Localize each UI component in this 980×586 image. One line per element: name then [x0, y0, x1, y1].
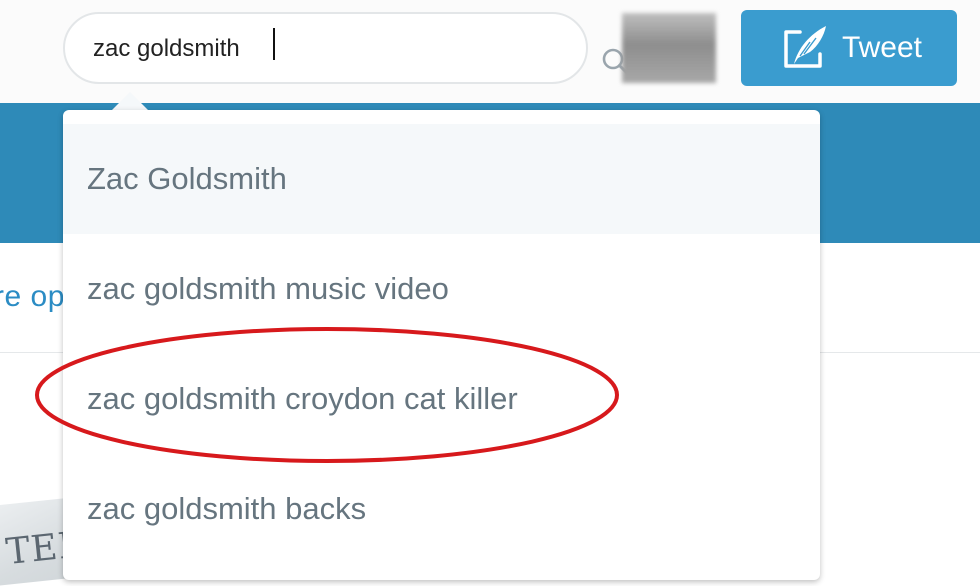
quill-icon	[784, 26, 826, 68]
suggestion-label: zac goldsmith music video	[87, 271, 449, 306]
dropdown-pointer	[112, 92, 148, 110]
search-suggestions-dropdown: Zac Goldsmith zac goldsmith music video …	[63, 110, 820, 580]
suggestion-item[interactable]: zac goldsmith croydon cat killer	[63, 344, 820, 454]
suggestion-label: zac goldsmith backs	[87, 491, 367, 526]
tweet-button-label: Tweet	[841, 31, 923, 64]
suggestion-item[interactable]: Zac Goldsmith	[63, 124, 820, 234]
avatar[interactable]	[622, 13, 716, 83]
suggestion-label: zac goldsmith croydon cat killer	[87, 381, 518, 416]
partial-link-text[interactable]: re op	[0, 280, 65, 314]
tweet-button[interactable]: Tweet	[741, 10, 957, 86]
suggestion-item[interactable]: zac goldsmith music video	[63, 234, 820, 344]
suggestion-label: Zac Goldsmith	[87, 161, 287, 196]
search-box[interactable]	[63, 12, 630, 84]
search-input[interactable]	[93, 32, 523, 66]
suggestion-item[interactable]: zac goldsmith backs	[63, 454, 820, 564]
text-cursor	[273, 28, 275, 60]
